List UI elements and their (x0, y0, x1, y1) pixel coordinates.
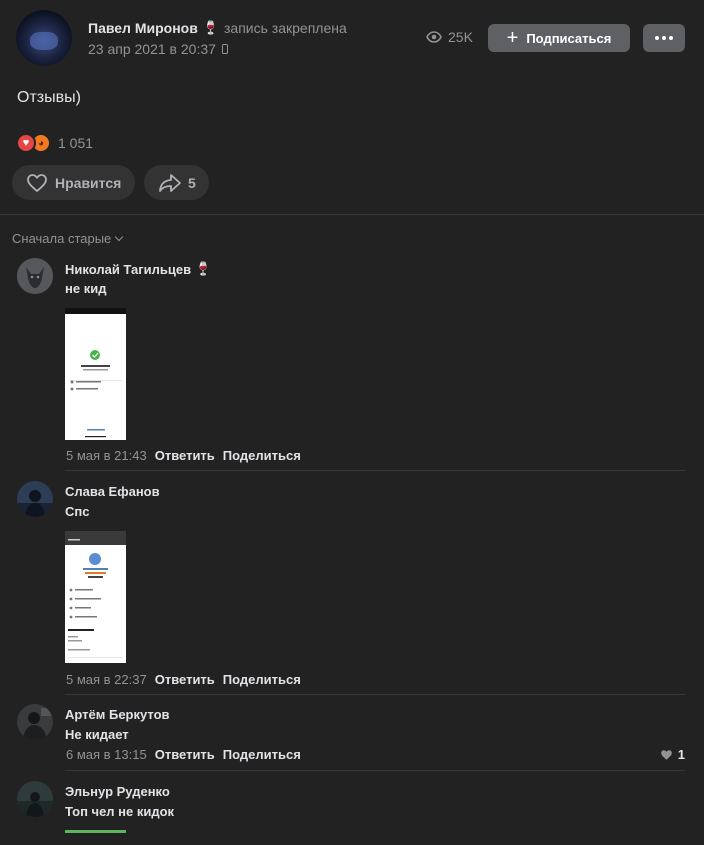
share-comment-button[interactable]: Поделиться (223, 672, 301, 687)
more-dot-icon (669, 36, 673, 40)
author-avatar[interactable] (16, 10, 72, 66)
plus-icon: + (506, 27, 519, 49)
post-header: Павел Миронов 🍷 запись закреплена 23 апр… (0, 0, 704, 76)
commenter-name-text: Слава Ефанов (65, 484, 160, 499)
reactions-count: 1 051 (58, 135, 94, 151)
sort-dropdown[interactable]: Сначала старые (12, 231, 124, 246)
post-date[interactable]: 23 апр 2021 в 20:37 (88, 41, 216, 57)
reply-button[interactable]: Ответить (155, 747, 215, 762)
comment-date[interactable]: 5 мая в 22:37 (66, 672, 147, 687)
comment-text: Топ чел не кидок (65, 804, 175, 819)
commenter-name-text: Николай Тагильцев (65, 261, 192, 277)
screenshot-image (65, 531, 126, 663)
comment-item: Николай Тагильцев 🍷 не кид 5 мая в 21:43… (0, 258, 704, 471)
commenter-name[interactable]: Слава Ефанов (65, 484, 160, 499)
comment-item: Слава Ефанов Спс 5 мая в 22:37 Ответить … (0, 481, 704, 695)
comment-like-button[interactable]: 1 (660, 747, 685, 762)
more-dot-icon (655, 36, 659, 40)
commenter-name[interactable]: Николай Тагильцев 🍷 (65, 261, 211, 277)
comment-divider (65, 770, 685, 771)
person-photo-avatar-icon (17, 781, 53, 817)
more-dot-icon (662, 36, 666, 40)
comment-meta: 5 мая в 21:43 Ответить Поделиться (66, 448, 301, 463)
attachment-thumbnail[interactable] (65, 531, 126, 663)
comment-text: не кид (65, 281, 107, 296)
commenter-avatar[interactable] (17, 704, 53, 740)
post-date-row: 23 апр 2021 в 20:37 (88, 41, 228, 57)
views-counter: 25K (426, 29, 473, 45)
comment-date[interactable]: 5 мая в 21:43 (66, 448, 147, 463)
commenter-name[interactable]: Артём Беркутов (65, 707, 170, 722)
heart-icon (660, 749, 672, 760)
commenter-avatar[interactable] (17, 781, 53, 817)
comment-divider (65, 470, 685, 471)
sort-label: Сначала старые (12, 231, 112, 246)
reactions-summary[interactable]: ♥ ◕ 1 051 (16, 133, 93, 153)
comment-divider (65, 694, 685, 695)
share-comment-button[interactable]: Поделиться (223, 747, 301, 762)
reply-button[interactable]: Ответить (155, 672, 215, 687)
comment-text: Не кидает (65, 727, 129, 742)
person-photo-avatar-icon (17, 481, 53, 517)
comment-like-count: 1 (677, 747, 685, 762)
author-row: Павел Миронов 🍷 запись закреплена (88, 20, 347, 36)
screenshot-image (65, 308, 126, 440)
reply-button[interactable]: Ответить (155, 448, 215, 463)
views-count: 25K (448, 29, 473, 45)
commenter-avatar[interactable] (17, 481, 53, 517)
person-photo-avatar-icon (17, 704, 53, 740)
share-arrow-icon (159, 173, 181, 192)
wine-emoji-icon: 🍷 (202, 20, 220, 35)
comment-meta: 5 мая в 22:37 Ответить Поделиться (66, 672, 301, 687)
commenter-name-text: Артём Беркутов (65, 707, 170, 722)
attachment-thumbnail[interactable] (65, 308, 126, 440)
post-text: Отзывы) (17, 89, 81, 106)
subscribe-button[interactable]: + Подписаться (488, 24, 630, 52)
mobile-icon (221, 44, 228, 54)
heart-outline-icon (27, 173, 47, 192)
like-button[interactable]: Нравится (12, 165, 135, 200)
comment-date[interactable]: 6 мая в 13:15 (66, 747, 147, 762)
share-comment-button[interactable]: Поделиться (223, 448, 301, 463)
author-name[interactable]: Павел Миронов (88, 20, 198, 36)
comment-text: Спс (65, 504, 90, 519)
wine-emoji-icon: 🍷 (195, 261, 212, 276)
subscribe-label: Подписаться (526, 30, 612, 46)
comment-meta: 6 мая в 13:15 Ответить Поделиться (66, 747, 301, 762)
dog-avatar-icon (17, 258, 53, 294)
pinned-label: запись закреплена (224, 20, 347, 36)
commenter-avatar[interactable] (17, 258, 53, 294)
share-button[interactable]: 5 (144, 165, 209, 200)
more-options-button[interactable] (643, 24, 685, 52)
commenter-name-text: Эльнур Руденко (65, 784, 170, 799)
chevron-down-icon (115, 232, 124, 241)
commenter-name[interactable]: Эльнур Руденко (65, 784, 170, 799)
bottom-edge (0, 833, 704, 845)
comment-item: Артём Беркутов Не кидает 6 мая в 13:15 О… (0, 704, 704, 771)
divider (0, 214, 704, 215)
eye-icon (426, 31, 442, 43)
share-count: 5 (188, 174, 196, 191)
heart-reaction-icon: ♥ (16, 133, 36, 153)
like-label: Нравится (55, 174, 122, 191)
